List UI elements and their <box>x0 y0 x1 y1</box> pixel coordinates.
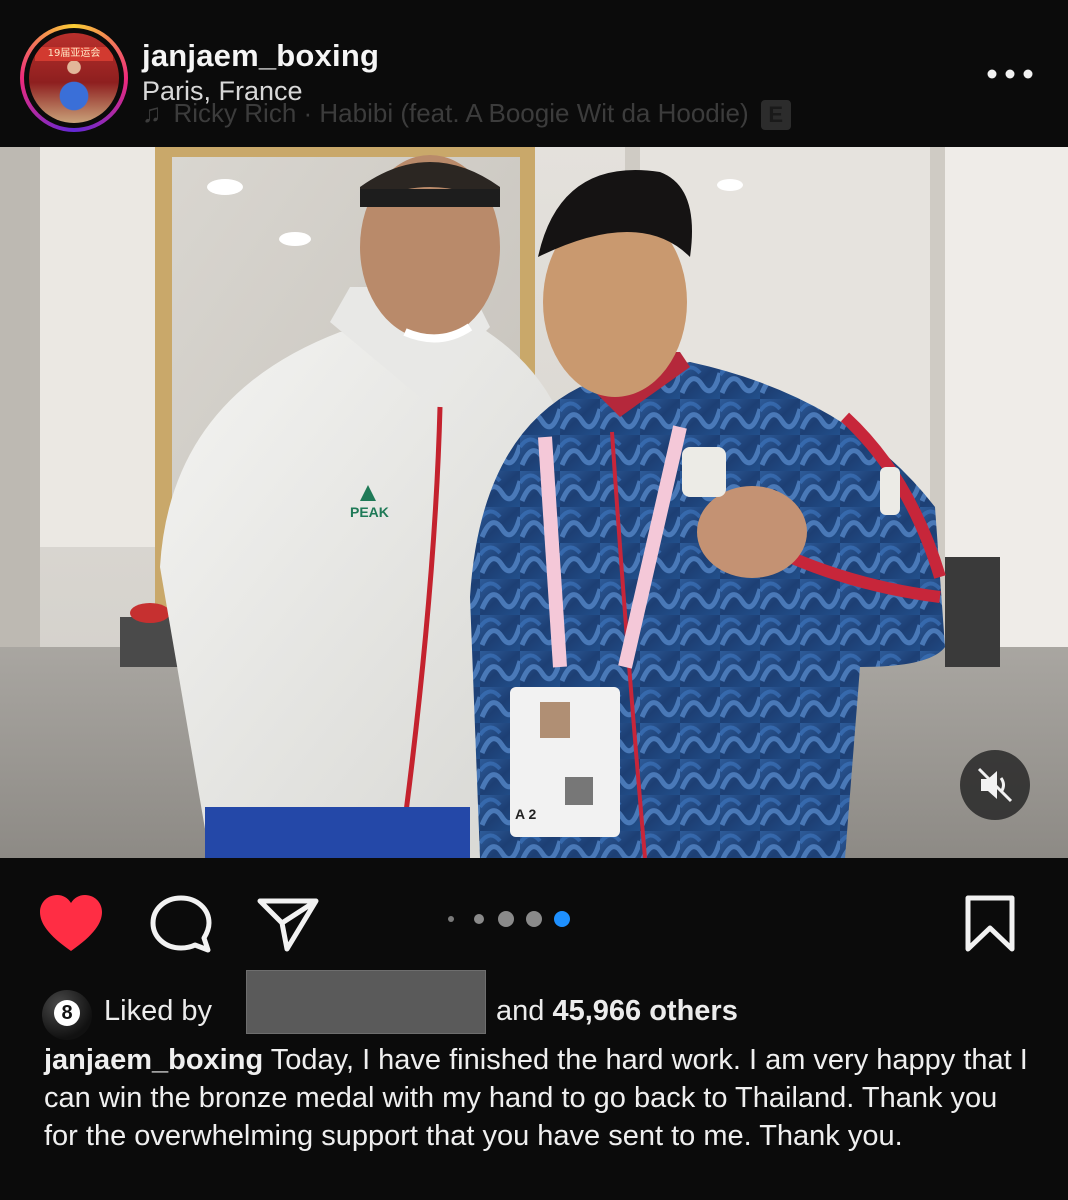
eight-ball-icon: 8 <box>54 1000 80 1026</box>
redacted-username <box>246 970 486 1034</box>
music-info[interactable]: ♫ Ricky Rich · Habibi (feat. A Boogie Wit… <box>142 98 791 131</box>
jacket-logo: PEAK <box>350 504 389 520</box>
music-note-icon: ♫ <box>142 98 162 128</box>
post-username[interactable]: janjaem_boxing <box>142 38 379 74</box>
likes-count: 45,966 others <box>552 995 738 1027</box>
bookmark-icon <box>965 895 1015 952</box>
comment-icon <box>150 895 212 953</box>
carousel-dot <box>498 911 514 927</box>
profile-avatar[interactable]: 19届亚运会 <box>20 24 128 132</box>
liked-others: and 45,966 others <box>496 995 738 1028</box>
comment-button[interactable] <box>148 893 214 955</box>
send-icon <box>257 898 319 952</box>
mute-button[interactable] <box>960 750 1030 820</box>
liked-by-label: Liked by <box>104 995 213 1027</box>
avatar-banner: 19届亚运会 <box>35 47 113 61</box>
photo-illustration: PEAK A 2 <box>0 147 1068 858</box>
post-caption: janjaem_boxing Today, I have finished th… <box>44 1041 1034 1155</box>
caption-username[interactable]: janjaem_boxing <box>44 1044 263 1076</box>
save-button[interactable] <box>962 893 1018 955</box>
post-photo[interactable]: PEAK A 2 <box>0 147 1068 858</box>
like-button[interactable] <box>38 893 104 955</box>
carousel-dot <box>448 916 454 922</box>
liked-and-label: and <box>496 995 545 1027</box>
music-separator: · <box>296 98 320 128</box>
explicit-badge: E <box>760 100 791 131</box>
share-button[interactable] <box>254 893 320 955</box>
more-options-button[interactable] <box>980 60 1040 88</box>
music-track: Habibi (feat. A Boogie Wit da Hoodie) <box>319 98 749 128</box>
carousel-dot <box>526 911 542 927</box>
post-header: 19届亚运会 janjaem_boxing Paris, France ♫ Ric… <box>0 0 1068 147</box>
more-horizontal-icon <box>987 69 1033 79</box>
heart-icon <box>40 895 102 951</box>
music-artist: Ricky Rich <box>173 98 297 128</box>
carousel-dot <box>474 914 484 924</box>
liker-avatar[interactable]: 8 <box>42 990 92 1040</box>
avatar-image: 19届亚运会 <box>29 33 119 123</box>
badge-text: A 2 <box>515 806 536 822</box>
speaker-muted-icon <box>977 767 1013 803</box>
carousel-dot-active <box>554 911 570 927</box>
